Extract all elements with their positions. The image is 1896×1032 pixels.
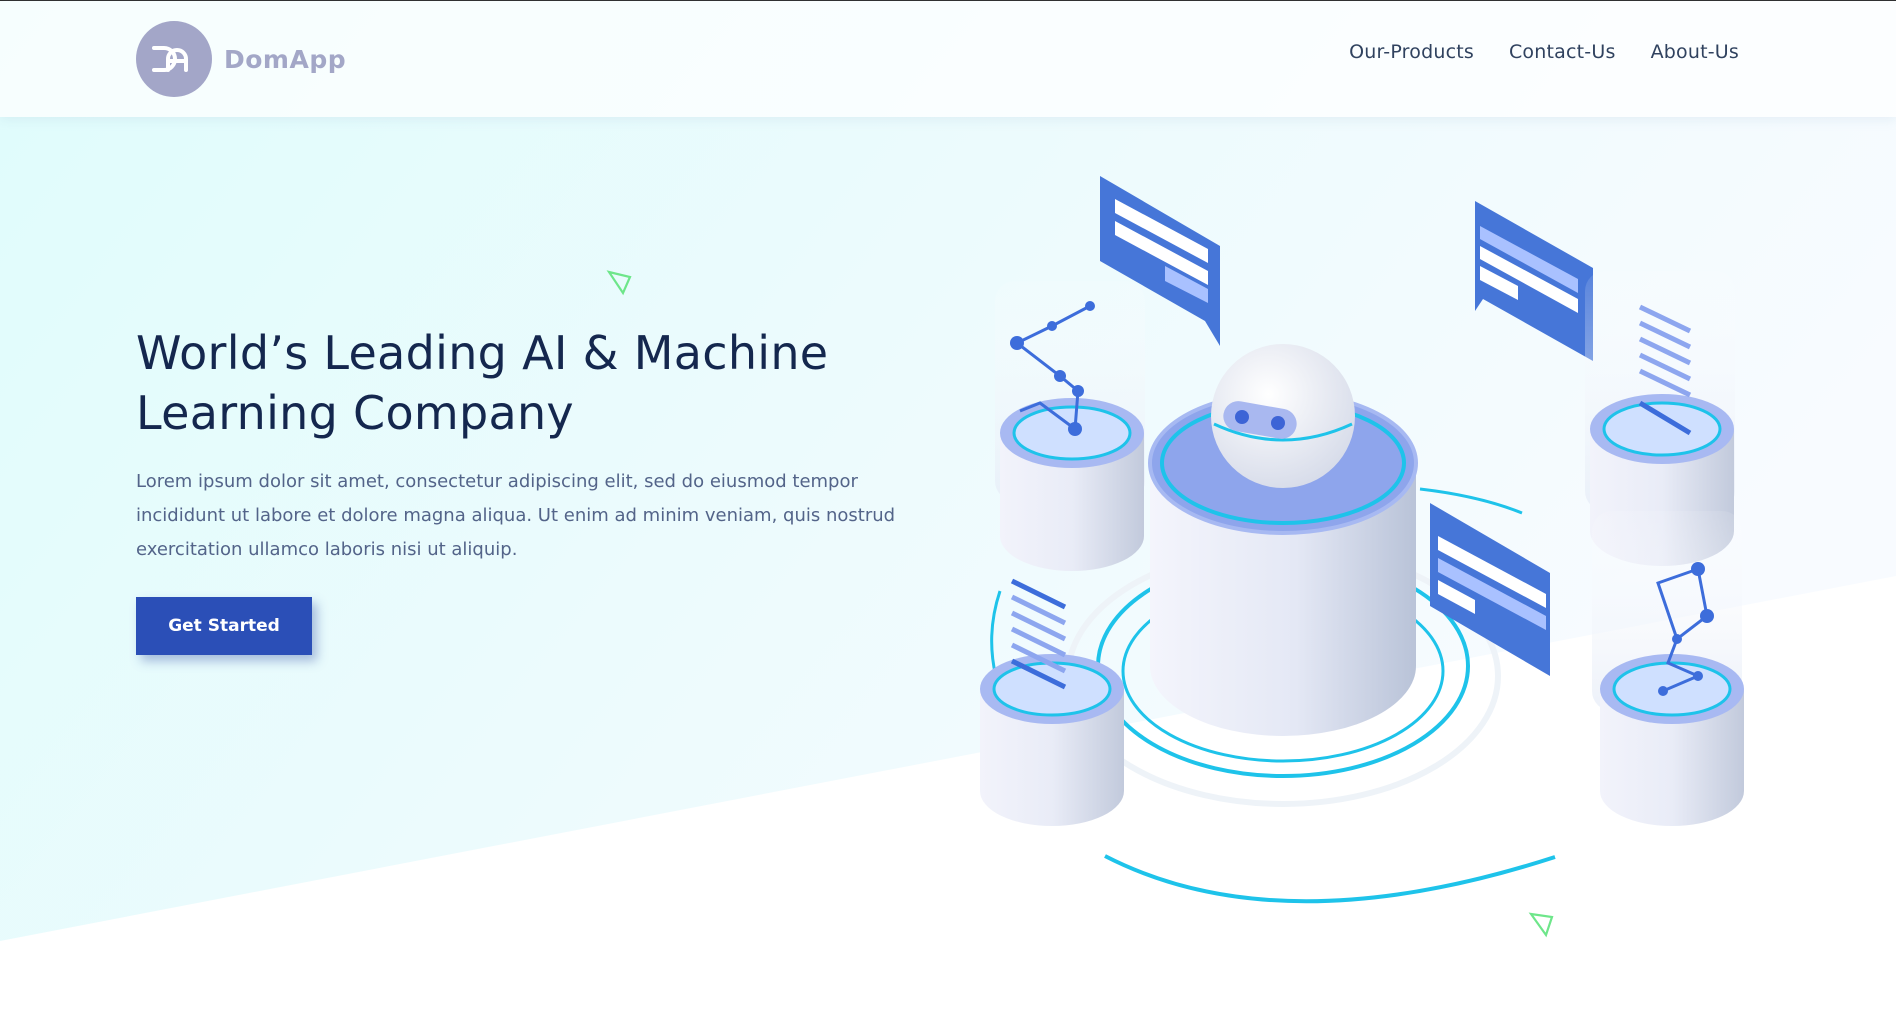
logo-icon (136, 21, 212, 97)
main-nav: Our-Products Contact-Us About-Us (1349, 41, 1739, 63)
hero-title: World’s Leading AI & Machine Learning Co… (136, 326, 829, 440)
da-monogram-icon (152, 46, 188, 72)
brand-name: DomApp (224, 44, 347, 74)
triangle-decoration-icon (1528, 912, 1554, 938)
hero-description: Lorem ipsum dolor sit amet, consectetur … (136, 471, 896, 560)
nav-link-products[interactable]: Our-Products (1349, 41, 1474, 63)
site-header: DomApp Our-Products Contact-Us About-Us (0, 1, 1896, 117)
get-started-button[interactable]: Get Started (136, 597, 312, 655)
nav-link-about[interactable]: About-Us (1651, 41, 1739, 63)
triangle-decoration-icon (606, 270, 632, 296)
ai-robot-illustration (980, 176, 1744, 904)
logo-link[interactable]: DomApp (136, 21, 346, 97)
hero-section: World’s Leading AI & Machine Learning Co… (136, 323, 936, 655)
nav-link-contact[interactable]: Contact-Us (1509, 41, 1616, 63)
